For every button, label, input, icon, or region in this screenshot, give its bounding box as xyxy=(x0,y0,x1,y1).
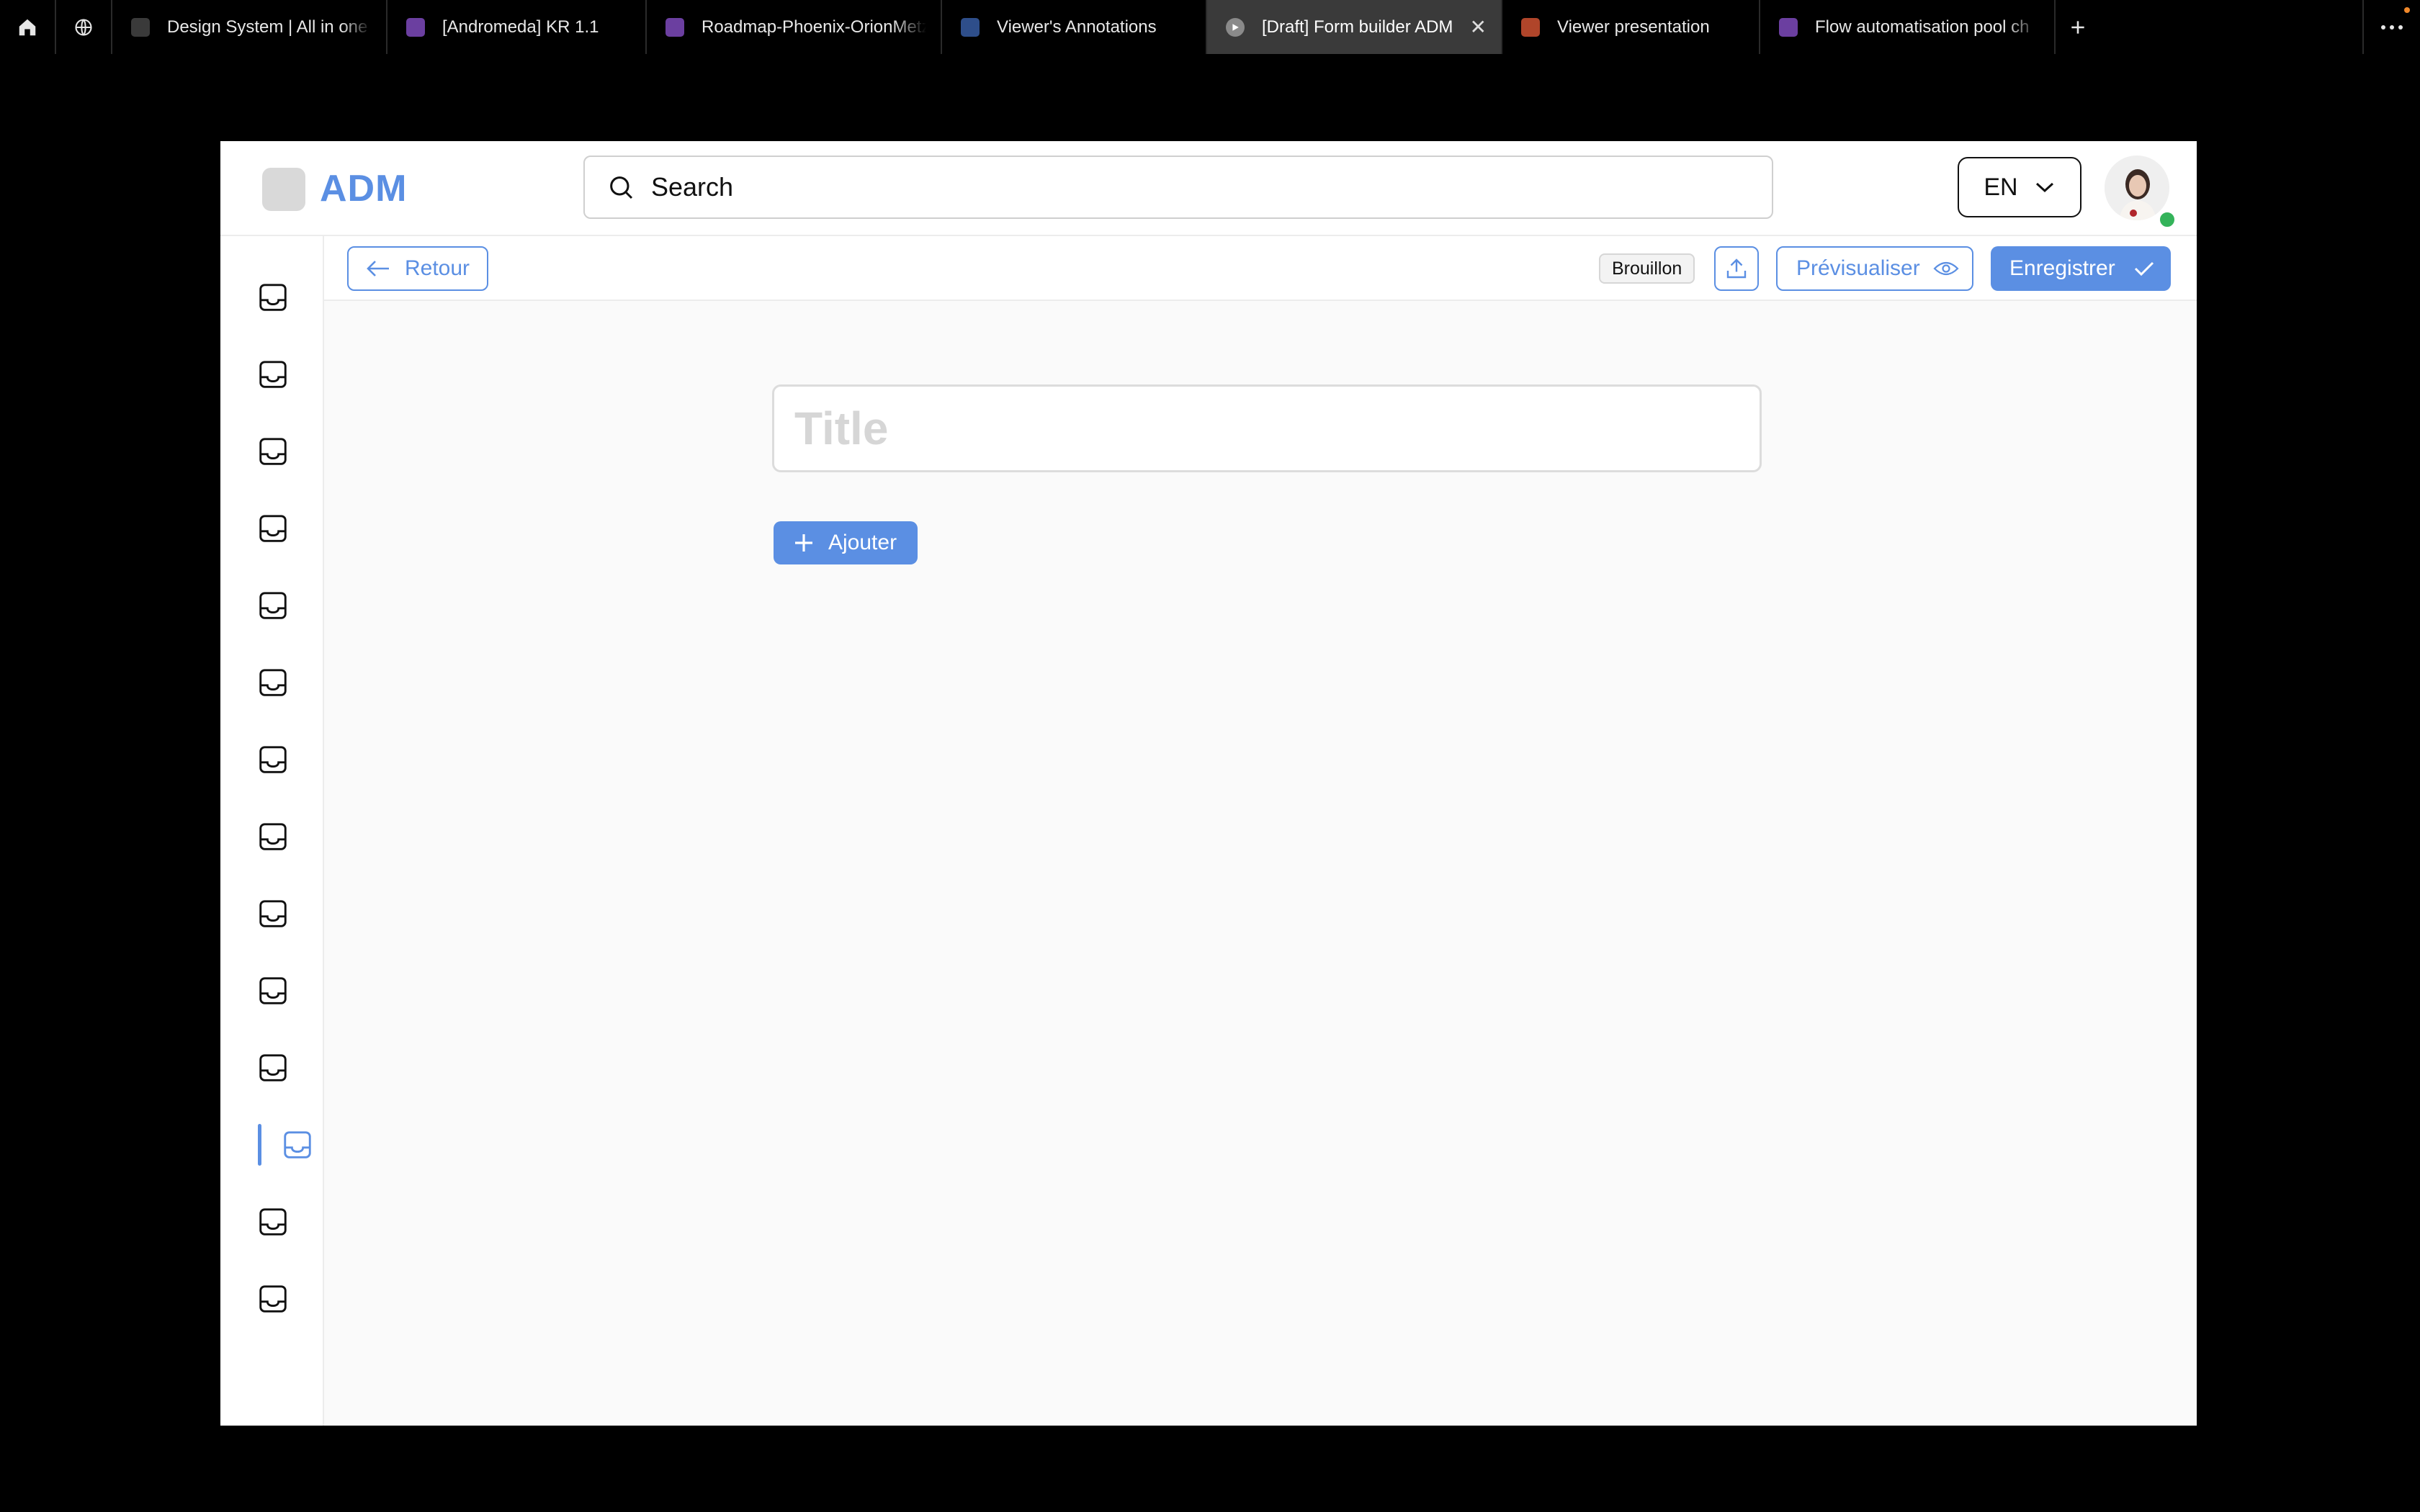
tab-title: Viewer's Annotations xyxy=(997,17,1157,37)
sidebar-item[interactable] xyxy=(252,276,294,318)
more-horizontal-icon xyxy=(2381,24,2403,30)
sidebar-item[interactable] xyxy=(252,431,294,472)
search-input[interactable] xyxy=(650,171,1733,203)
app-logo-text[interactable]: ADM xyxy=(320,167,407,210)
browser-tab[interactable]: Roadmap-Phoenix-OrionMetz xyxy=(647,0,942,54)
inbox-icon xyxy=(259,1285,287,1313)
tab-title: Viewer presentation xyxy=(1557,17,1710,37)
sidebar-item[interactable] xyxy=(252,816,294,858)
language-value: EN xyxy=(1984,173,2018,201)
preview-label: Prévisualiser xyxy=(1796,256,1920,280)
inbox-icon xyxy=(259,592,287,619)
inbox-icon xyxy=(284,1131,311,1158)
tab-title: [Draft] Form builder ADM xyxy=(1262,17,1453,37)
inbox-icon xyxy=(259,1208,287,1236)
browser-tab[interactable]: [Andromeda] KR 1.1 xyxy=(387,0,647,54)
notification-dot xyxy=(2404,7,2410,13)
logo-mark xyxy=(262,168,305,211)
tab-favicon-icon xyxy=(131,17,150,37)
upload-icon xyxy=(1726,258,1747,279)
sidebar-item[interactable] xyxy=(252,662,294,703)
arrow-left-icon xyxy=(367,261,389,276)
plus-icon xyxy=(2071,20,2084,34)
browser-tab[interactable]: Design System | All in one pl xyxy=(112,0,387,54)
browser-tab-active[interactable]: [Draft] Form builder ADM ✕ xyxy=(1207,0,1502,54)
home-icon xyxy=(19,19,36,35)
browser-tab-bar: Design System | All in one pl [Andromeda… xyxy=(0,0,2420,54)
search-icon xyxy=(606,173,635,202)
editor-toolbar: Retour Brouillon Prévisualiser Enregistr… xyxy=(324,236,2197,301)
sidebar-item[interactable] xyxy=(252,1047,294,1089)
globe-button[interactable] xyxy=(56,0,112,54)
export-button[interactable] xyxy=(1714,246,1759,291)
save-label: Enregistrer xyxy=(2009,256,2115,280)
inbox-icon xyxy=(259,823,287,850)
preview-button[interactable]: Prévisualiser xyxy=(1776,246,1973,291)
tab-title: [Andromeda] KR 1.1 xyxy=(442,17,599,37)
add-field-button[interactable]: Ajouter xyxy=(774,521,918,564)
language-select[interactable]: EN xyxy=(1958,157,2081,217)
sidebar-active-indicator xyxy=(258,1124,261,1166)
tab-favicon-icon xyxy=(406,17,425,37)
close-tab-icon[interactable]: ✕ xyxy=(1470,17,1487,37)
search-bar[interactable] xyxy=(583,156,1773,219)
tab-title: Design System | All in one pl xyxy=(167,17,372,37)
form-title-field[interactable] xyxy=(772,384,1762,472)
inbox-icon xyxy=(259,977,287,1004)
inbox-icon xyxy=(259,515,287,542)
tab-favicon-icon xyxy=(1521,17,1540,37)
tab-bar-spacer xyxy=(2100,0,2362,54)
more-menu-button[interactable] xyxy=(2362,0,2420,54)
online-status-dot xyxy=(2158,210,2177,229)
tab-title: Roadmap-Phoenix-OrionMetz xyxy=(702,17,926,37)
sidebar-item[interactable] xyxy=(252,1278,294,1320)
tab-favicon-icon xyxy=(1779,17,1798,37)
sidebar-item-active[interactable] xyxy=(281,1124,323,1166)
app-window: ADM EN xyxy=(220,141,2197,1426)
sidebar-item[interactable] xyxy=(252,585,294,626)
sidebar xyxy=(220,236,324,1426)
avatar[interactable] xyxy=(2105,156,2169,220)
sidebar-item[interactable] xyxy=(252,970,294,1012)
sidebar-item[interactable] xyxy=(252,354,294,395)
plus-icon xyxy=(795,534,812,552)
sidebar-item[interactable] xyxy=(252,893,294,935)
inbox-icon xyxy=(259,284,287,311)
browser-tab[interactable]: Flow automatisation pool ch xyxy=(1760,0,2056,54)
globe-icon xyxy=(75,18,92,36)
save-button[interactable]: Enregistrer xyxy=(1991,246,2171,291)
browser-tab[interactable]: Viewer's Annotations xyxy=(942,0,1207,54)
new-tab-button[interactable] xyxy=(2056,0,2100,54)
form-title-input[interactable] xyxy=(793,401,1732,456)
inbox-icon xyxy=(259,361,287,388)
app-header: ADM EN xyxy=(220,141,2197,236)
sidebar-item[interactable] xyxy=(252,1201,294,1243)
tab-favicon-icon xyxy=(666,17,684,37)
inbox-icon xyxy=(259,669,287,696)
play-icon xyxy=(1226,17,1245,37)
add-label: Ajouter xyxy=(828,531,897,554)
inbox-icon xyxy=(259,1054,287,1081)
home-button[interactable] xyxy=(0,0,56,54)
check-icon xyxy=(2134,261,2154,276)
eye-icon xyxy=(1933,261,1959,276)
browser-tab[interactable]: Viewer presentation xyxy=(1502,0,1760,54)
tab-title: Flow automatisation pool ch xyxy=(1815,17,2030,37)
sidebar-item[interactable] xyxy=(252,508,294,549)
back-label: Retour xyxy=(405,256,470,280)
tab-favicon-icon xyxy=(961,17,980,37)
chevron-down-icon xyxy=(2035,182,2053,193)
sidebar-item[interactable] xyxy=(252,739,294,780)
inbox-icon xyxy=(259,746,287,773)
back-button[interactable]: Retour xyxy=(347,246,488,291)
inbox-icon xyxy=(259,438,287,465)
status-badge: Brouillon xyxy=(1599,253,1695,284)
inbox-icon xyxy=(259,900,287,927)
user-photo xyxy=(2105,156,2169,220)
